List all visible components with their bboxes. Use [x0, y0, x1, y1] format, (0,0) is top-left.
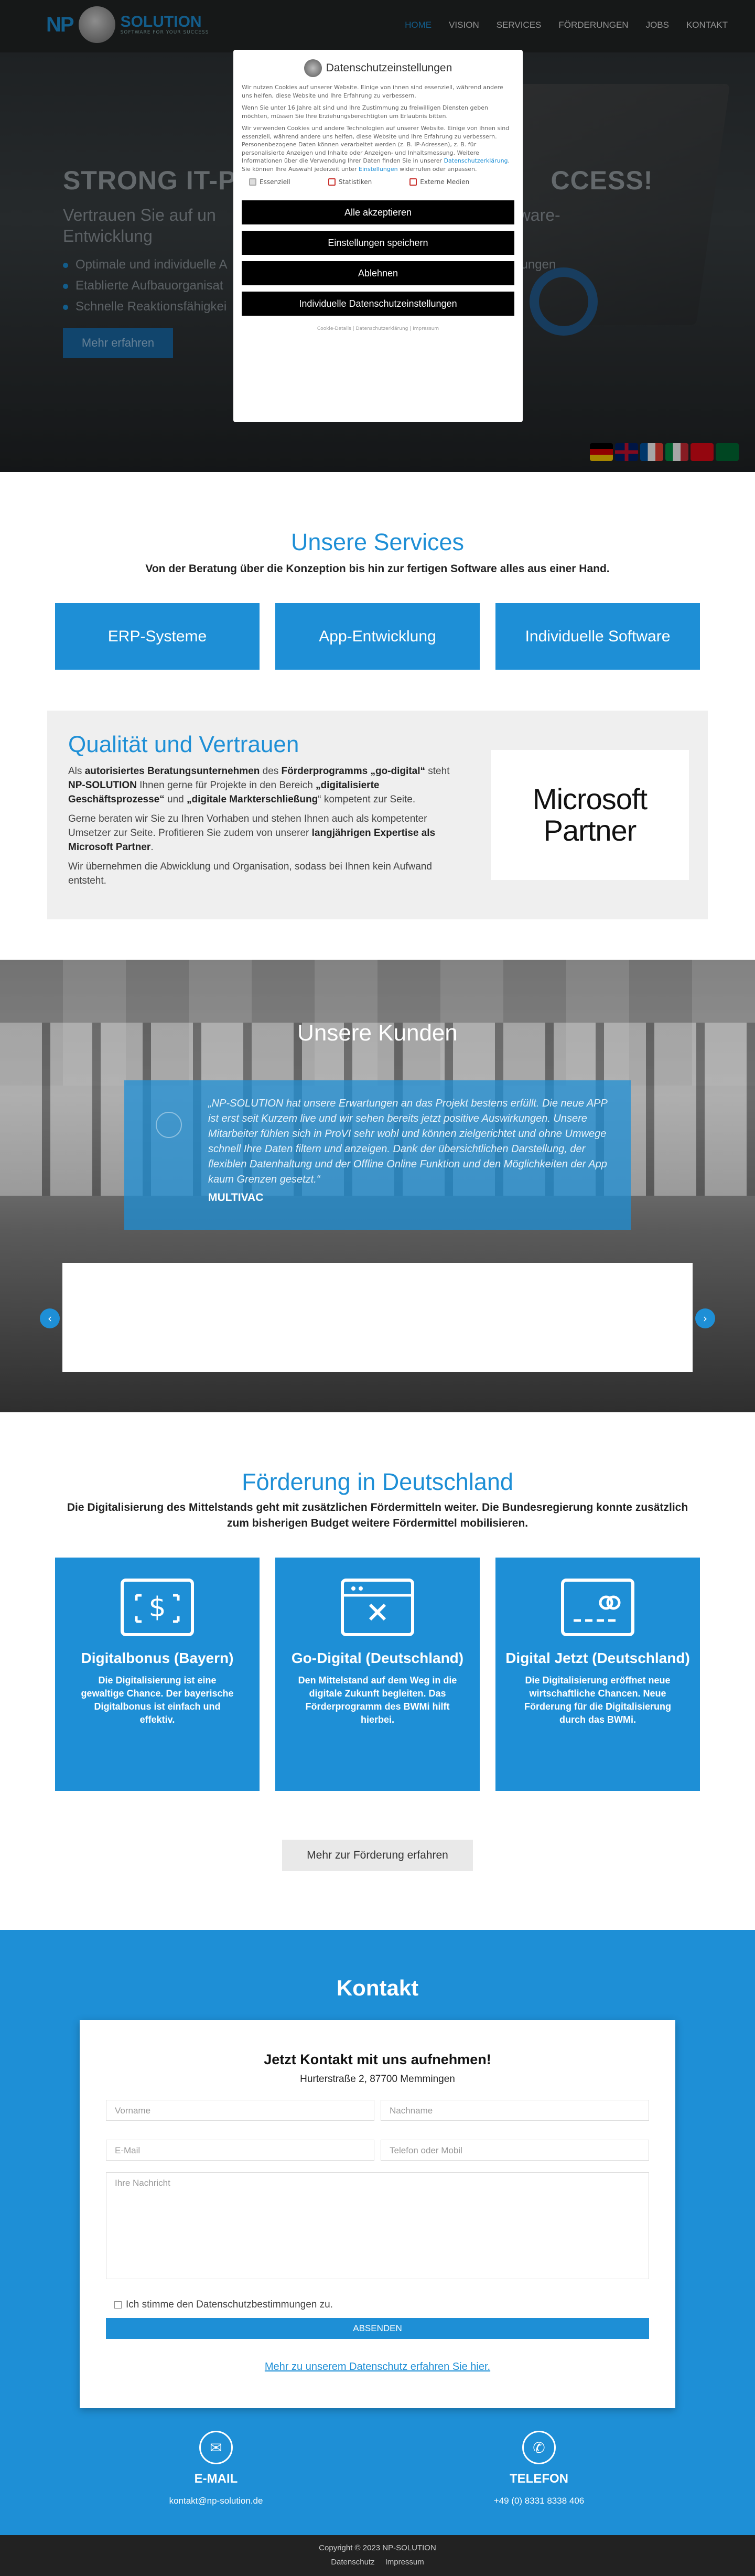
lastname-input[interactable]: Nachname [381, 2100, 649, 2121]
funding-card-title: Digital Jetzt (Deutschland) [505, 1650, 690, 1666]
checkbox-icon [409, 178, 417, 186]
funding-subtitle: Die Digitalisierung des Mittelstands geh… [67, 1501, 688, 1529]
cookie-dialog: Datenschutzeinstellungen Wir nutzen Cook… [233, 50, 523, 422]
phone-icon: ✆ [522, 2431, 556, 2464]
svg-text:$: $ [148, 1592, 166, 1623]
service-individual[interactable]: Individuelle Software [495, 603, 700, 670]
quality-title: Qualität und Vertrauen [68, 732, 299, 757]
cookie-text: Wir verwenden Cookies und andere Technol… [242, 125, 510, 173]
funding-more-button[interactable]: Mehr zur Förderung erfahren [282, 1840, 473, 1871]
contact-form-title: Jetzt Kontakt mit uns aufnehmen! [264, 2052, 491, 2067]
email-input[interactable]: E-Mail [106, 2140, 374, 2161]
cookie-header: Datenschutzeinstellungen [242, 59, 514, 77]
envelope-icon: ✉ [199, 2431, 233, 2464]
contact-address: Hurterstraße 2, 87700 Memmingen [300, 2074, 455, 2085]
customer-logo-carousel [62, 1263, 693, 1372]
privacy-link[interactable]: Datenschutzerklärung [444, 157, 508, 164]
dollar-icon: $ [121, 1579, 194, 1636]
copyright: Copyright © 2023 NP-SOLUTION [319, 2543, 436, 2552]
browser-window-icon [341, 1579, 414, 1636]
testimonial-text: „NP-SOLUTION hat unsere Erwartungen an d… [208, 1098, 608, 1185]
phone-label: TELEFON [510, 2472, 568, 2486]
checkbox-icon [249, 178, 256, 186]
submit-button[interactable]: ABSENDEN [106, 2318, 649, 2339]
customers-title: Unsere Kunden [297, 1020, 458, 1046]
funding-card-digitaljetzt[interactable]: Digital Jetzt (Deutschland) Die Digitali… [495, 1558, 700, 1791]
contact-email: ✉ E-MAIL kontakt@np-solution.de [111, 2431, 321, 2506]
contact-phone: ✆ TELEFON +49 (0) 8331 8338 406 [434, 2431, 644, 2506]
funding-card-text: Den Mittelstand auf dem Weg in die digit… [298, 1675, 457, 1725]
contact-section: Kontakt Jetzt Kontakt mit uns aufnehmen!… [0, 1930, 755, 2535]
settings-link[interactable]: Einstellungen [359, 166, 398, 173]
save-settings-button[interactable]: Einstellungen speichern [242, 231, 514, 255]
footer-links: Datenschutz Impressum [0, 2558, 755, 2567]
phone-value[interactable]: +49 (0) 8331 8338 406 [434, 2496, 644, 2506]
message-textarea[interactable]: Ihre Nachricht [106, 2172, 649, 2279]
lion-logo-icon [304, 59, 322, 77]
quote-icon [156, 1112, 182, 1138]
cookie-footer-links[interactable]: Cookie-Details | Datenschutzerklärung | … [242, 326, 514, 331]
privacy-more-link[interactable]: Mehr zu unserem Datenschutz erfahren Sie… [80, 2361, 675, 2373]
testimonial: „NP-SOLUTION hat unsere Erwartungen an d… [124, 1080, 631, 1230]
email-value[interactable]: kontakt@np-solution.de [111, 2496, 321, 2506]
reject-button[interactable]: Ablehnen [242, 261, 514, 285]
check-essential[interactable]: Essenziell [249, 178, 290, 186]
services-title: Unsere Services [290, 529, 465, 555]
services-subtitle: Von der Beratung über die Konzeption bis… [145, 563, 610, 575]
footer-link-impressum[interactable]: Impressum [385, 2558, 424, 2567]
accept-all-button[interactable]: Alle akzeptieren [242, 200, 514, 224]
testimonial-author: MULTIVAC [208, 1192, 264, 1204]
service-erp[interactable]: ERP-Systeme [55, 603, 260, 670]
checkbox-icon [328, 178, 336, 186]
individual-settings-button[interactable]: Individuelle Datenschutzeinstellungen [242, 292, 514, 316]
microsoft-partner-logo: Microsoft Partner [491, 750, 689, 880]
funding-card-text: Die Digitalisierung ist eine gewaltige C… [81, 1675, 234, 1725]
check-external-media[interactable]: Externe Medien [409, 178, 469, 186]
quality-text: Als autorisiertes Beratungsunternehmen d… [68, 766, 450, 886]
firstname-input[interactable]: Vorname [106, 2100, 374, 2121]
check-statistics[interactable]: Statistiken [328, 178, 372, 186]
cookie-checkboxes: Essenziell Statistiken Externe Medien [249, 178, 514, 186]
quality-panel: Qualität und Vertrauen Als autorisiertes… [47, 711, 708, 919]
footer-link-datenschutz[interactable]: Datenschutz [331, 2558, 374, 2567]
credit-card-icon [561, 1579, 634, 1636]
email-label: E-MAIL [194, 2472, 238, 2486]
customers-section: Unsere Kunden „NP-SOLUTION hat unsere Er… [0, 960, 755, 1412]
contact-title: Kontakt [336, 1976, 419, 2000]
funding-title: Förderung in Deutschland [242, 1468, 513, 1495]
contact-form: Jetzt Kontakt mit uns aufnehmen! Hurters… [80, 2020, 675, 2408]
service-app[interactable]: App-Entwicklung [275, 603, 480, 670]
funding-card-godigital[interactable]: Go-Digital (Deutschland) Den Mittelstand… [275, 1558, 480, 1791]
funding-card-text: Die Digitalisierung eröffnet neue wirtsc… [524, 1675, 671, 1725]
site-footer: Copyright © 2023 NP-SOLUTION Datenschutz… [0, 2535, 755, 2576]
funding-card-title: Digitalbonus (Bayern) [81, 1650, 234, 1666]
cookie-text: Wenn Sie unter 16 Jahre alt sind und Ihr… [242, 104, 488, 120]
funding-card-title: Go-Digital (Deutschland) [291, 1650, 464, 1666]
funding-card-digitalbonus[interactable]: $ Digitalbonus (Bayern) Die Digitalisier… [55, 1558, 260, 1791]
phone-input[interactable]: Telefon oder Mobil [381, 2140, 649, 2161]
cookie-title: Datenschutzeinstellungen [326, 62, 452, 74]
consent-checkbox[interactable]: Ich stimme den Datenschutzbestimmungen z… [114, 2299, 333, 2311]
cookie-text: Wir nutzen Cookies auf unserer Website. … [242, 84, 503, 99]
carousel-prev-icon[interactable]: ‹ [40, 1308, 60, 1328]
checkbox-icon [114, 2301, 122, 2309]
carousel-next-icon[interactable]: › [695, 1308, 715, 1328]
